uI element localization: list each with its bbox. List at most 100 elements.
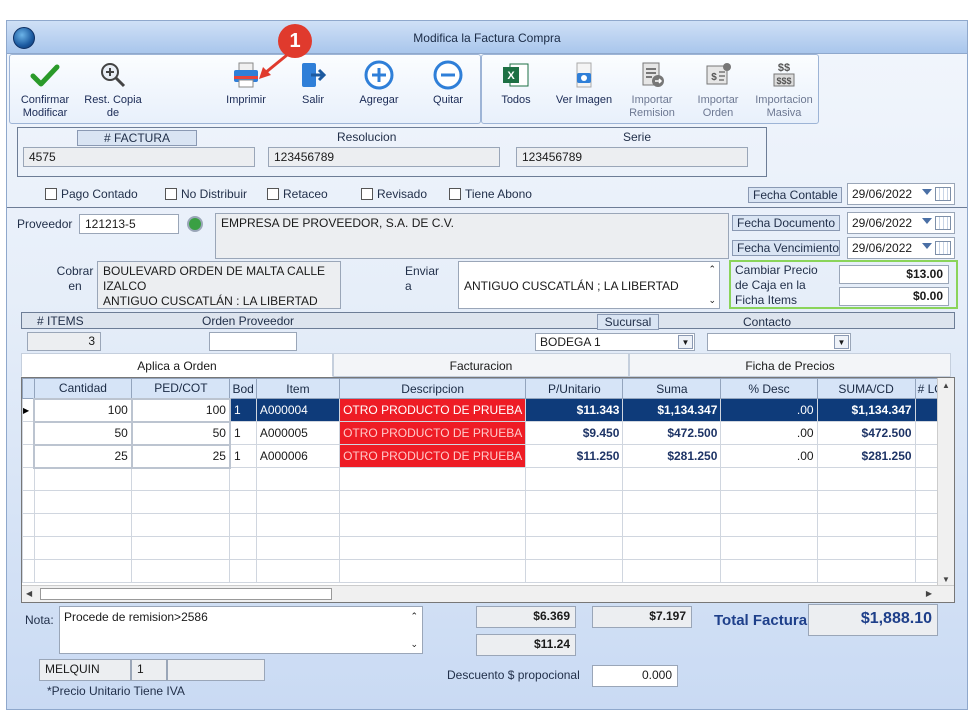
import-remission-button[interactable]: Importar Remision	[622, 59, 682, 121]
sum-cell[interactable]: $281.250	[622, 444, 722, 468]
sum-cd-cell[interactable]: $472.500	[816, 421, 916, 445]
column-header[interactable]: Suma	[622, 378, 722, 399]
row-pointer-icon: ▶	[22, 398, 35, 422]
scroll-thumb[interactable]	[40, 588, 332, 600]
discount-cell[interactable]: .00	[720, 398, 818, 422]
table-row[interactable]: 25 25 1 A000006 OTRO PRODUCTO DE PRUEBA …	[22, 443, 954, 469]
tab-price-sheet[interactable]: Ficha de Precios	[629, 353, 951, 377]
document-date-picker[interactable]: 29/06/2022	[847, 212, 955, 234]
price-change-value-2[interactable]: $0.00	[839, 287, 949, 306]
bod-cell[interactable]: 1	[229, 398, 257, 422]
scroll-right-arrow-icon[interactable]: ▶	[926, 589, 932, 598]
confirm-button[interactable]: Confirmar Modificar	[14, 59, 76, 121]
column-header[interactable]: Descripcion	[339, 378, 527, 399]
document-date-value: 29/06/2022	[852, 216, 913, 230]
column-header[interactable]: SUMA/CD	[816, 378, 916, 399]
camera-icon	[576, 62, 592, 88]
reviewed-label: Revisado	[377, 187, 428, 201]
has-payment-checkbox[interactable]: Tiene Abono	[449, 187, 532, 201]
scroll-up-arrow-icon[interactable]: ▲	[942, 381, 950, 390]
ped-cell[interactable]: 25	[130, 443, 231, 469]
unit-price-cell[interactable]: $11.250	[525, 444, 624, 468]
column-header[interactable]: % Desc	[720, 378, 818, 399]
supplier-code-field[interactable]: 121213-5	[79, 214, 179, 234]
import-order-button[interactable]: $ Importar Orden	[688, 59, 748, 121]
note-textarea[interactable]: Procede de remision>2586 ⌃ ⌄	[59, 606, 423, 654]
discount-cell[interactable]: .00	[720, 444, 818, 468]
empty-row[interactable]	[22, 490, 954, 514]
description-cell[interactable]: OTRO PRODUCTO DE PRUEBA	[339, 398, 527, 422]
view-image-button[interactable]: Ver Imagen	[548, 59, 620, 121]
retaceo-checkbox[interactable]: Retaceo	[267, 187, 328, 201]
sum-cell[interactable]: $472.500	[622, 421, 722, 445]
cash-payment-checkbox[interactable]: Pago Contado	[45, 187, 138, 201]
invoice-number-field[interactable]: 4575	[23, 147, 255, 167]
print-label: Imprimir	[226, 94, 266, 106]
scroll-down-arrow-icon[interactable]: ▼	[942, 575, 950, 584]
tab-apply-to-order[interactable]: Aplica a Orden	[21, 353, 333, 377]
sum-cd-cell[interactable]: $1,134.347	[816, 398, 916, 422]
all-button[interactable]: X Todos	[490, 59, 542, 121]
grid-vertical-scrollbar[interactable]: ▲ ▼	[937, 378, 954, 586]
empty-row[interactable]	[22, 559, 954, 583]
ped-cell[interactable]: 100	[130, 397, 231, 423]
proportional-discount-field[interactable]: 0.000	[592, 665, 678, 687]
accounting-date-picker[interactable]: 29/06/2022	[847, 183, 955, 205]
table-row[interactable]: 50 50 1 A000005 OTRO PRODUCTO DE PRUEBA …	[22, 420, 954, 446]
scroll-down-icon[interactable]: ⌄	[410, 639, 418, 650]
sum-cd-cell[interactable]: $281.250	[816, 444, 916, 468]
no-distribute-label: No Distribuir	[181, 187, 248, 201]
column-header[interactable]: Bod	[229, 378, 257, 399]
row-pointer-cell	[22, 421, 35, 445]
series-field[interactable]: 123456789	[516, 147, 748, 167]
item-cell[interactable]: A000005	[255, 421, 341, 445]
item-cell[interactable]: A000004	[255, 398, 341, 422]
branch-select[interactable]: BODEGA 1 ▼	[535, 333, 695, 351]
description-cell[interactable]: OTRO PRODUCTO DE PRUEBA	[339, 444, 527, 468]
column-header[interactable]: Item	[255, 378, 341, 399]
supplier-order-field[interactable]	[209, 332, 297, 351]
description-cell[interactable]: OTRO PRODUCTO DE PRUEBA	[339, 421, 527, 445]
qty-cell[interactable]: 100	[33, 397, 133, 423]
items-grid: Cantidad PED/COT Bod Item Descripcion P/…	[21, 377, 955, 603]
scroll-up-icon[interactable]: ⌃	[410, 611, 418, 622]
resolution-field[interactable]: 123456789	[268, 147, 500, 167]
ped-cell[interactable]: 50	[130, 420, 231, 446]
sum-cell[interactable]: $1,134.347	[622, 398, 722, 422]
restore-copy-button[interactable]: Rest. Copia de	[82, 59, 144, 121]
scroll-down-icon[interactable]: ⌄	[708, 295, 716, 306]
supplier-verify-icon[interactable]	[187, 216, 203, 232]
empty-row[interactable]	[22, 513, 954, 537]
empty-row[interactable]	[22, 536, 954, 560]
grid-horizontal-scrollbar[interactable]: ◀ ▶	[22, 585, 954, 602]
table-row[interactable]: ▶ 100 100 1 A000004 OTRO PRODUCTO DE PRU…	[22, 397, 954, 423]
qty-cell[interactable]: 25	[33, 443, 133, 469]
qty-cell[interactable]: 50	[33, 420, 133, 446]
bulk-import-button[interactable]: $$ $$$ Importacion Masiva	[752, 59, 816, 121]
scroll-up-icon[interactable]: ⌃	[708, 264, 716, 275]
add-button[interactable]: Agregar	[352, 59, 406, 121]
unit-price-cell[interactable]: $9.450	[525, 421, 624, 445]
tab-billing[interactable]: Facturacion	[333, 353, 629, 377]
no-distribute-checkbox[interactable]: No Distribuir	[165, 187, 247, 201]
unit-price-cell[interactable]: $11.343	[525, 398, 624, 422]
exit-button[interactable]: Salir	[288, 59, 338, 121]
reviewed-checkbox[interactable]: Revisado	[361, 187, 427, 201]
empty-row[interactable]	[22, 467, 954, 491]
column-header[interactable]: Cantidad	[33, 378, 133, 399]
bod-cell[interactable]: 1	[229, 444, 257, 468]
bod-cell[interactable]: 1	[229, 421, 257, 445]
due-date-picker[interactable]: 29/06/2022	[847, 237, 955, 259]
item-cell[interactable]: A000006	[255, 444, 341, 468]
import-order-label: Importar Orden	[697, 94, 739, 119]
import-remission-label: Importar Remision	[629, 94, 675, 119]
scroll-left-arrow-icon[interactable]: ◀	[26, 589, 32, 598]
column-header[interactable]: P/Unitario	[525, 378, 624, 399]
exit-label: Salir	[301, 94, 324, 106]
remove-button[interactable]: Quitar	[422, 59, 474, 121]
send-address-field[interactable]: ANTIGUO CUSCATLÁN ; LA LIBERTAD ⌃ ⌄	[458, 261, 720, 309]
contact-select[interactable]: ▼	[707, 333, 851, 351]
column-header[interactable]: PED/COT	[131, 378, 231, 399]
price-change-value-1[interactable]: $13.00	[839, 265, 949, 284]
discount-cell[interactable]: .00	[720, 421, 818, 445]
